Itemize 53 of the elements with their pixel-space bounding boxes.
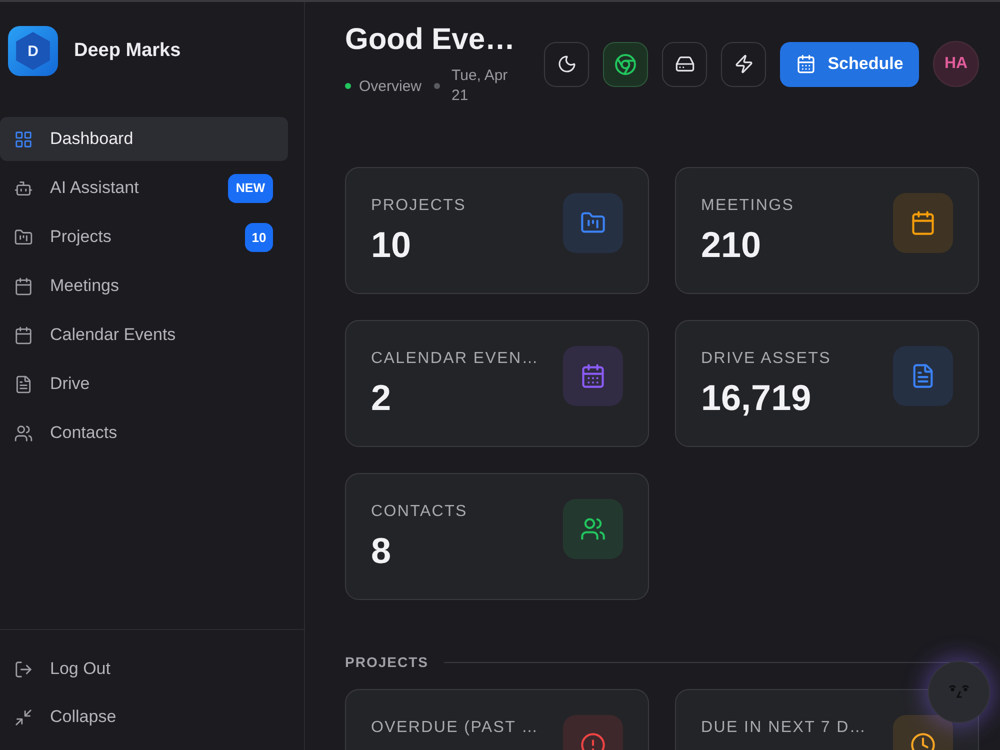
logo-letter: D [28, 44, 38, 58]
status-dot-icon [345, 83, 351, 89]
people-icon [14, 424, 33, 442]
nav-item[interactable]: Contacts [0, 411, 288, 455]
stat-value: 210 [701, 224, 762, 266]
lightning-icon [734, 54, 754, 74]
toolbar-button[interactable] [662, 42, 707, 86]
shrink-arrows-icon [14, 708, 33, 726]
calendar-icon [14, 326, 33, 344]
stat-label: MEETINGS [701, 196, 794, 216]
toolbar-button[interactable] [603, 42, 648, 86]
stat-label: PROJECTS [371, 196, 466, 216]
toolbar-button[interactable] [544, 42, 589, 86]
drive-icon [674, 54, 694, 74]
document-icon [14, 374, 33, 394]
folder-icon [14, 228, 33, 246]
nav-item[interactable]: Meetings [0, 264, 288, 308]
stat-value: 2 [371, 377, 392, 419]
date-label: Tue, Apr 21 [452, 66, 509, 106]
toolbar-button[interactable] [721, 42, 766, 86]
logout-button[interactable]: Log Out [0, 647, 288, 691]
schedule-button[interactable]: Schedule [780, 42, 919, 86]
robot-icon [14, 178, 33, 198]
stat-label: OVERDUE (PAST … [371, 718, 539, 738]
stat-value: 8 [371, 530, 392, 572]
aperture-icon [615, 54, 636, 74]
nav-item[interactable]: Dashboard [0, 117, 288, 161]
section-title: PROJECTS [345, 654, 428, 670]
stat-value: 10 [371, 224, 412, 266]
nav-item[interactable]: Drive [0, 362, 288, 406]
nav-item[interactable]: Projects 10 [0, 215, 288, 259]
stat-label: DUE IN NEXT 7 D… [701, 718, 867, 738]
hexagon-icon [15, 32, 51, 70]
breadcrumb-label: Overview [359, 78, 422, 94]
face-icon [948, 684, 970, 700]
collapse-button[interactable]: Collapse [0, 695, 288, 739]
stat-value: 16,719 [701, 377, 812, 419]
calendar-icon [14, 276, 33, 296]
separator-dot-icon [434, 83, 440, 89]
nav-item[interactable]: AI Assistant NEW [0, 166, 288, 210]
nav-badge: NEW [228, 174, 273, 202]
nav-item[interactable]: Calendar Events [0, 313, 288, 357]
moon-icon [556, 54, 576, 74]
stat-label: CALENDAR EVEN… [371, 349, 539, 369]
logout-icon [14, 660, 33, 678]
grid-icon [14, 130, 33, 148]
avatar[interactable]: HA [933, 41, 979, 87]
page-title: Good Eve… [345, 22, 516, 58]
brand-name: Deep Marks [74, 40, 181, 62]
calendar-icon [796, 54, 816, 74]
stat-label: CONTACTS [371, 502, 468, 522]
stat-label: DRIVE ASSETS [701, 349, 831, 369]
nav-badge: 10 [245, 222, 273, 252]
